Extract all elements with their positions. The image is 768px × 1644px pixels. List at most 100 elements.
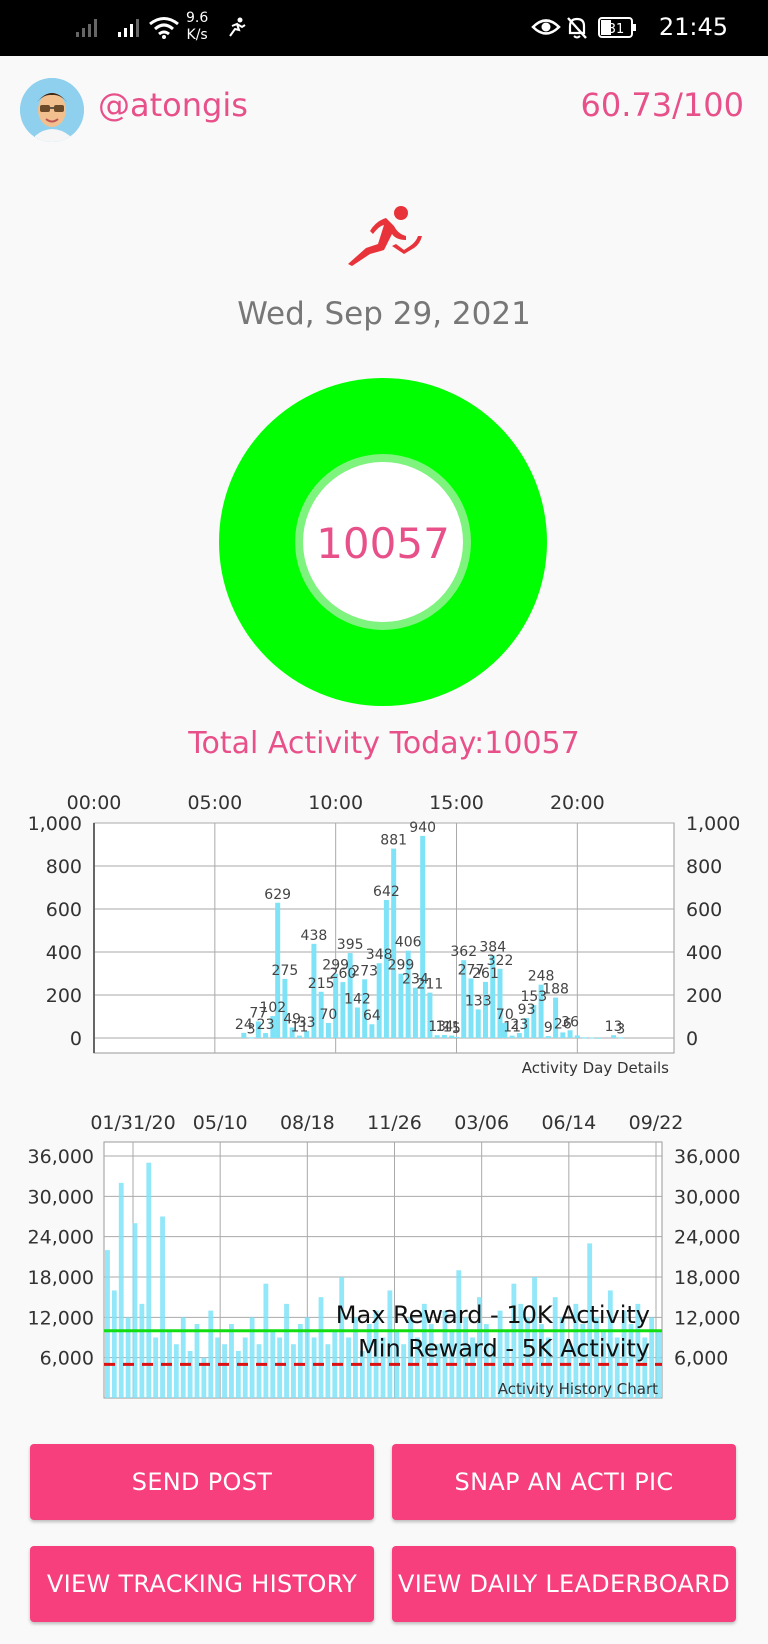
daily-x-tick: 15:00 [429, 792, 484, 814]
history-bar [160, 1216, 165, 1398]
daily-bar [582, 1037, 588, 1039]
daily-bar-label: 5 [452, 1021, 461, 1037]
daily-bar-label: 3 [247, 1021, 256, 1037]
daily-bar [545, 1036, 551, 1038]
send-post-button[interactable]: SEND POST [30, 1444, 374, 1520]
history-y-tick-left: 30,000 [28, 1186, 94, 1208]
daily-bar-label: 881 [380, 833, 407, 849]
history-y-tick-left: 24,000 [28, 1227, 94, 1249]
daily-bar [434, 1035, 440, 1038]
history-activity-chart: 36,000 36,000 30,000 30,000 24,000 24,000 18,0… [28, 1112, 740, 1399]
daily-bar-label: 9 [544, 1020, 553, 1036]
history-bar [235, 1350, 241, 1398]
signal-icon [76, 19, 97, 37]
daily-bar-label: 395 [337, 937, 364, 953]
history-bar [215, 1337, 221, 1398]
battery-icon: 31 [598, 17, 636, 38]
history-bar [318, 1297, 324, 1398]
history-bar [173, 1344, 179, 1398]
status-clock: 21:45 [658, 13, 728, 41]
history-y-tick-right: 24,000 [674, 1227, 740, 1249]
snap-pic-button[interactable]: SNAP AN ACTI PIC [392, 1444, 736, 1520]
max-reward-label: Max Reward - 10K Activity [336, 1301, 650, 1329]
daily-bar-label: 188 [542, 982, 569, 998]
daily-y-tick-right: 600 [686, 899, 722, 921]
history-bar [346, 1337, 351, 1398]
history-y-tick-left: 36,000 [28, 1146, 94, 1168]
history-bar [325, 1344, 331, 1398]
history-x-tick: 03/06 [454, 1112, 509, 1134]
daily-y-tick-left: 400 [46, 942, 82, 964]
history-bar [242, 1337, 248, 1398]
runner-notification-icon [229, 17, 246, 37]
network-speed: 9.6 K/s [186, 10, 209, 43]
bell-off-icon [567, 17, 587, 39]
daily-x-tick: 20:00 [550, 792, 605, 814]
daily-y-tick-right: 1,000 [686, 813, 740, 835]
history-y-tick-right: 30,000 [674, 1186, 740, 1208]
daily-bar [611, 1035, 617, 1038]
profile-header: @atongis 60.73/100 [0, 56, 768, 156]
history-y-tick-left: 6,000 [40, 1348, 94, 1370]
daily-bar-label: 642 [373, 884, 400, 900]
history-x-tick: 01/31/20 [90, 1112, 175, 1134]
daily-bar [296, 1035, 302, 1038]
daily-bar-label: 362 [450, 944, 477, 960]
daily-y-tick-left: 800 [46, 856, 82, 878]
runner-logo-icon [348, 206, 422, 266]
daily-activity-chart: 2437723102629275491133438215702992603951… [28, 792, 741, 1077]
daily-bar-label: 36 [561, 1014, 579, 1030]
daily-bar [412, 987, 418, 1038]
view-tracking-history-button[interactable]: VIEW TRACKING HISTORY [30, 1546, 374, 1622]
history-y-tick-right: 18,000 [674, 1267, 740, 1289]
daily-bar [475, 1009, 481, 1038]
history-bar [297, 1324, 303, 1398]
history-bar [187, 1350, 193, 1398]
daily-bar-label: 438 [301, 928, 328, 944]
daily-bar-label: 23 [257, 1017, 275, 1033]
history-bar [105, 1250, 110, 1398]
username[interactable]: @atongis [98, 86, 248, 124]
history-chart-caption: Activity History Chart [498, 1380, 658, 1398]
history-bar [284, 1303, 289, 1398]
daily-bar-label: 629 [264, 887, 291, 903]
history-bar [153, 1337, 159, 1398]
history-y-tick-left: 18,000 [28, 1267, 94, 1289]
daily-bar [241, 1032, 247, 1038]
history-bar [208, 1310, 214, 1398]
history-bar [291, 1344, 296, 1398]
daily-bar [483, 981, 488, 1038]
daily-bar-label: 33 [298, 1015, 316, 1031]
daily-bar [574, 1035, 580, 1038]
daily-y-tick-left: 200 [46, 985, 82, 1007]
daily-y-tick-right: 400 [686, 942, 722, 964]
signal-icon-2 [118, 19, 139, 37]
daily-x-tick: 00:00 [67, 792, 122, 814]
history-bar [229, 1324, 234, 1398]
daily-bar-label: 273 [351, 963, 378, 979]
daily-bar-label: 142 [344, 991, 371, 1007]
daily-bar [263, 1033, 269, 1038]
daily-bar-label: 70 [320, 1007, 338, 1023]
history-bar [194, 1324, 200, 1398]
status-bar: 9.6 K/s 31 21:45 [0, 0, 768, 56]
view-daily-leaderboard-button[interactable]: VIEW DAILY LEADERBOARD [392, 1546, 736, 1622]
history-x-tick: 09/22 [629, 1112, 684, 1134]
daily-y-tick-right: 0 [686, 1028, 698, 1050]
daily-bar-label: 275 [272, 963, 299, 979]
daily-bar-label: 133 [465, 993, 492, 1009]
daily-bar [589, 1037, 595, 1039]
history-bar [118, 1182, 124, 1398]
avatar-icon[interactable] [20, 78, 84, 142]
history-bar [277, 1337, 283, 1398]
daily-y-tick-left: 600 [46, 899, 82, 921]
date-label: Wed, Sep 29, 2021 [237, 296, 531, 332]
history-bar [256, 1344, 262, 1398]
daily-x-tick: 10:00 [308, 792, 363, 814]
daily-chart-caption: Activity Day Details [522, 1059, 669, 1077]
min-reward-label: Min Reward - 5K Activity [358, 1334, 650, 1362]
daily-y-tick-right: 800 [686, 856, 722, 878]
daily-bar [596, 1037, 602, 1039]
history-bar [111, 1290, 117, 1398]
daily-bar [454, 1036, 459, 1038]
